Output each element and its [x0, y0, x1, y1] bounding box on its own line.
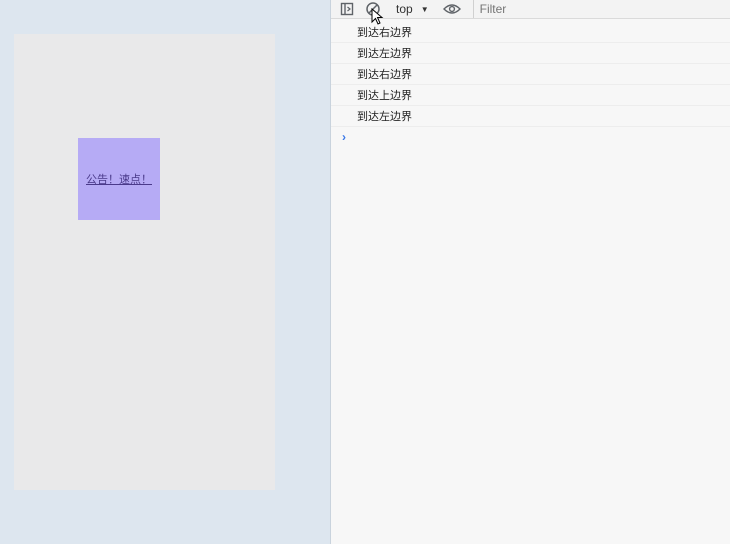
page-viewport: 公告！速点！ [0, 0, 331, 544]
mouse-pointer-icon [371, 8, 384, 25]
context-selector[interactable]: top ▼ [396, 2, 429, 16]
console-message-text: 到达左边界 [357, 47, 412, 60]
caret-down-icon: ▼ [420, 4, 429, 14]
chevron-right-icon: › [342, 130, 346, 144]
floating-notice-link[interactable]: 公告！速点！ [86, 171, 152, 187]
console-message-text: 到达上边界 [357, 89, 412, 102]
eye-icon[interactable] [442, 0, 461, 18]
console-message-text: 到达左边界 [357, 110, 412, 123]
page-content: 公告！速点！ [14, 34, 275, 490]
sidebar-toggle-icon[interactable] [338, 0, 356, 18]
console-message: 到达左边界 [331, 106, 730, 127]
console-prompt[interactable]: › [331, 127, 730, 147]
devtools-console-panel: top ▼ 到达右边界 到达左边界 到达右边界 到达上边界 到达左边界 › [331, 0, 730, 544]
console-message: 到达右边界 [331, 64, 730, 85]
filter-input[interactable] [472, 0, 730, 18]
console-log: 到达右边界 到达左边界 到达右边界 到达上边界 到达左边界 › [331, 22, 730, 147]
console-message-text: 到达右边界 [357, 68, 412, 81]
console-message-text: 到达右边界 [357, 26, 412, 39]
context-label: top [396, 2, 413, 16]
console-message: 到达右边界 [331, 22, 730, 43]
console-message: 到达上边界 [331, 85, 730, 106]
console-toolbar: top ▼ [331, 0, 730, 19]
console-message: 到达左边界 [331, 43, 730, 64]
floating-notice-box: 公告！速点！ [78, 138, 160, 220]
